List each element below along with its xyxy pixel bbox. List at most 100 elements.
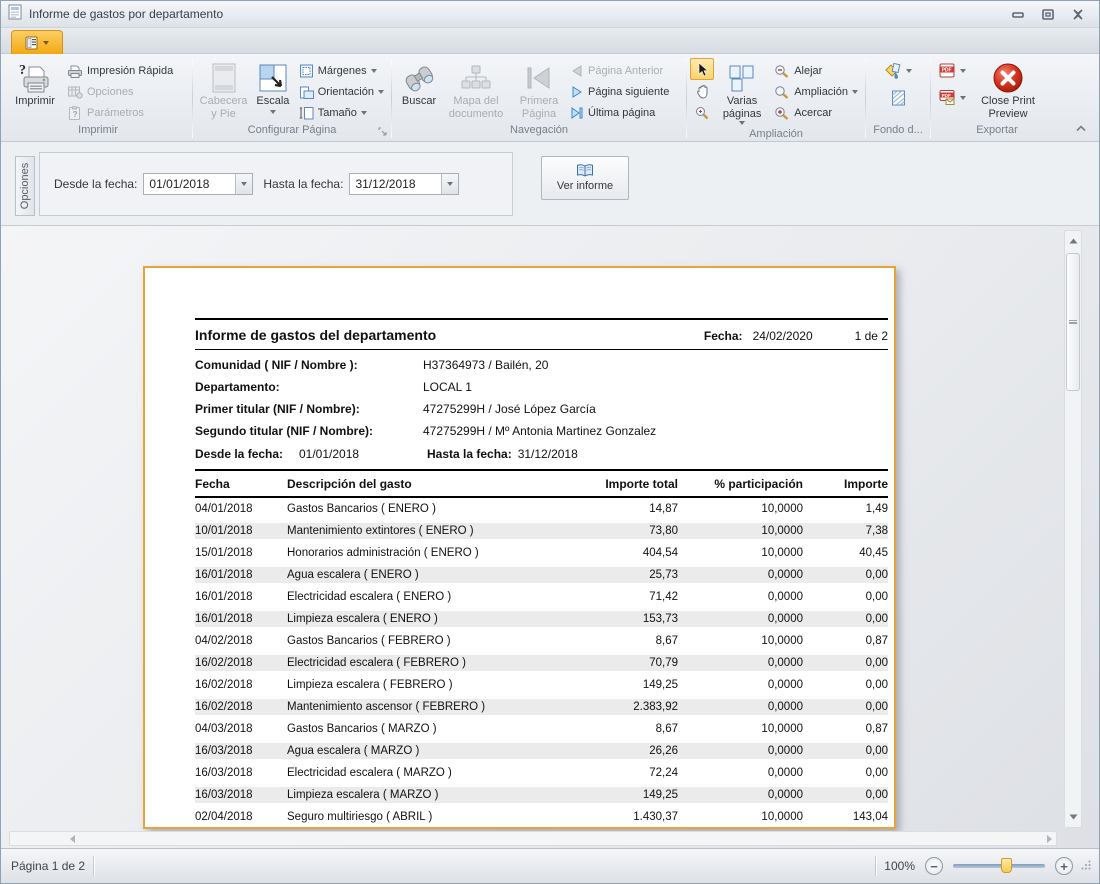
report-page-indicator: 1 de 2 (855, 329, 888, 343)
zoom-in-icon (774, 106, 790, 120)
cell-descripcion: Agua escalera ( ENERO ) (287, 569, 568, 581)
report-field-row: Comunidad ( NIF / Nombre ): H37364973 / … (195, 354, 888, 376)
horizontal-scrollbar[interactable] (9, 831, 1057, 846)
cell-importe: 0,00 (803, 679, 888, 691)
cell-fecha: 02/04/2018 (195, 811, 287, 823)
last-page-label: Última página (588, 107, 655, 119)
magnifier-tool-button[interactable] (690, 102, 714, 124)
previous-page-button: Página Anterior (566, 60, 673, 81)
cell-importe: 0,00 (803, 745, 888, 757)
ribbon-group-exportar: PDF PDF Close Print Preview Exportar (932, 56, 1062, 141)
zoom-out-status-button[interactable]: − (925, 857, 943, 875)
last-page-icon (570, 107, 584, 119)
zoom-in-status-button[interactable]: + (1055, 857, 1073, 875)
multiple-pages-button[interactable]: Varias páginas (714, 58, 770, 128)
last-page-button[interactable]: Última página (566, 102, 673, 123)
status-bar: Página 1 de 2 100% − + (1, 848, 1099, 883)
column-header-participacion: % participación (678, 477, 803, 491)
vertical-scrollbar-thumb[interactable] (1066, 253, 1080, 391)
orientation-button[interactable]: Orientación (295, 81, 388, 102)
margins-label: Márgenes (318, 65, 367, 77)
cell-fecha: 16/01/2018 (195, 569, 287, 581)
vertical-scrollbar[interactable] (1064, 230, 1082, 828)
scroll-down-arrow[interactable] (1065, 809, 1081, 825)
options-bar: Opciones Desde la fecha: 01/01/2018 Hast… (1, 142, 1099, 226)
cell-importe: 0,87 (803, 635, 888, 647)
open-book-icon (576, 164, 594, 178)
options-grid-icon (67, 85, 83, 99)
scale-button[interactable]: Escala (251, 58, 295, 117)
hand-tool-button[interactable] (690, 80, 714, 102)
zoom-out-button[interactable]: Alejar (770, 60, 862, 81)
quick-print-label: Impresión Rápida (87, 65, 173, 77)
to-date-input[interactable]: 31/12/2018 (349, 173, 459, 195)
report-field-row: Departamento: LOCAL 1 (195, 376, 888, 398)
application-menu-button[interactable] (11, 30, 63, 54)
cell-participacion: 0,0000 (678, 767, 803, 779)
ribbon-group-fondo: Fondo d... (867, 56, 929, 141)
chevron-down-icon (43, 41, 49, 45)
from-date-input[interactable]: 01/01/2018 (143, 173, 253, 195)
maximize-button[interactable] (1033, 4, 1063, 24)
cell-descripcion: Gastos Bancarios ( FEBRERO ) (287, 635, 568, 647)
zoom-slider-thumb[interactable] (1001, 858, 1012, 873)
to-date-dropdown-button[interactable] (441, 174, 458, 194)
svg-text:?: ? (19, 63, 26, 78)
cell-importe: 0,00 (803, 591, 888, 603)
cell-importe-total: 25,73 (568, 569, 678, 581)
quick-print-button[interactable]: Impresión Rápida (63, 60, 177, 81)
cell-fecha: 04/03/2018 (195, 723, 287, 735)
report-date-value: 24/02/2020 (753, 329, 813, 343)
binoculars-icon (402, 61, 436, 95)
cell-participacion: 10,0000 (678, 635, 803, 647)
chevron-down-icon (852, 90, 858, 94)
table-row: 16/02/2018 Limpieza escalera ( FEBRERO )… (195, 677, 888, 693)
margins-button[interactable]: Márgenes (295, 60, 388, 81)
close-print-preview-button[interactable]: Close Print Preview (970, 58, 1046, 123)
export-pdf-button[interactable]: PDF (934, 60, 970, 81)
cell-importe-total: 70,79 (568, 657, 678, 669)
collapse-ribbon-button[interactable] (1075, 119, 1087, 137)
zoom-menu-button[interactable]: Ampliación (770, 81, 862, 102)
group-label-imprimir: Imprimir (5, 124, 191, 141)
size-button[interactable]: Tamaño (295, 102, 388, 123)
scroll-left-arrow[interactable] (70, 835, 75, 843)
search-button[interactable]: Buscar (395, 58, 443, 111)
cell-descripcion: Electricidad escalera ( ENERO ) (287, 591, 568, 603)
scroll-up-arrow[interactable] (1065, 233, 1081, 249)
window-resize-grip[interactable] (1081, 859, 1091, 873)
from-date-dropdown-button[interactable] (235, 174, 252, 194)
pointer-tool-button[interactable] (690, 58, 714, 80)
next-page-button[interactable]: Página siguiente (566, 81, 673, 102)
pdf-email-icon: PDF (938, 90, 956, 105)
ribbon-group-ampliacion: Varias páginas Alejar Ampliación (688, 56, 864, 141)
range-to-value: 31/12/2018 (518, 447, 578, 461)
watermark-button[interactable] (887, 87, 910, 108)
page-color-button[interactable] (880, 60, 916, 81)
chevron-down-icon (906, 69, 912, 73)
close-preview-red-x-icon (992, 61, 1024, 95)
cell-descripcion: Mantenimiento extintores ( ENERO ) (287, 525, 568, 537)
view-report-button[interactable]: Ver informe (541, 156, 629, 200)
zoom-out-icon (774, 64, 790, 78)
cell-descripcion: Mantenimiento ascensor ( FEBRERO ) (287, 701, 568, 713)
orientation-icon (299, 85, 314, 99)
cell-participacion: 0,0000 (678, 613, 803, 625)
chevron-down-icon (361, 111, 367, 115)
group-separator (686, 59, 687, 138)
ribbon-group-navegacion: Buscar Mapa del documento Primera Página (393, 56, 685, 141)
close-button[interactable] (1063, 4, 1093, 24)
send-pdf-email-button[interactable]: PDF (934, 87, 970, 108)
mouse-pointer-icon (696, 62, 709, 77)
dialog-launcher-icon[interactable] (378, 127, 387, 139)
zoom-in-button[interactable]: Acercar (770, 102, 862, 123)
print-button[interactable]: ? Imprimir (7, 58, 63, 111)
minimize-button[interactable] (1003, 4, 1033, 24)
first-page-label: Primera Página (515, 95, 563, 120)
zoom-slider[interactable] (953, 864, 1045, 868)
cell-importe: 40,45 (803, 547, 888, 559)
scroll-right-arrow[interactable] (1047, 835, 1052, 843)
header-footer-button: Cabecera y Pie (196, 58, 251, 123)
chevron-down-icon (739, 121, 745, 125)
options-vertical-tab[interactable]: Opciones (15, 156, 35, 216)
